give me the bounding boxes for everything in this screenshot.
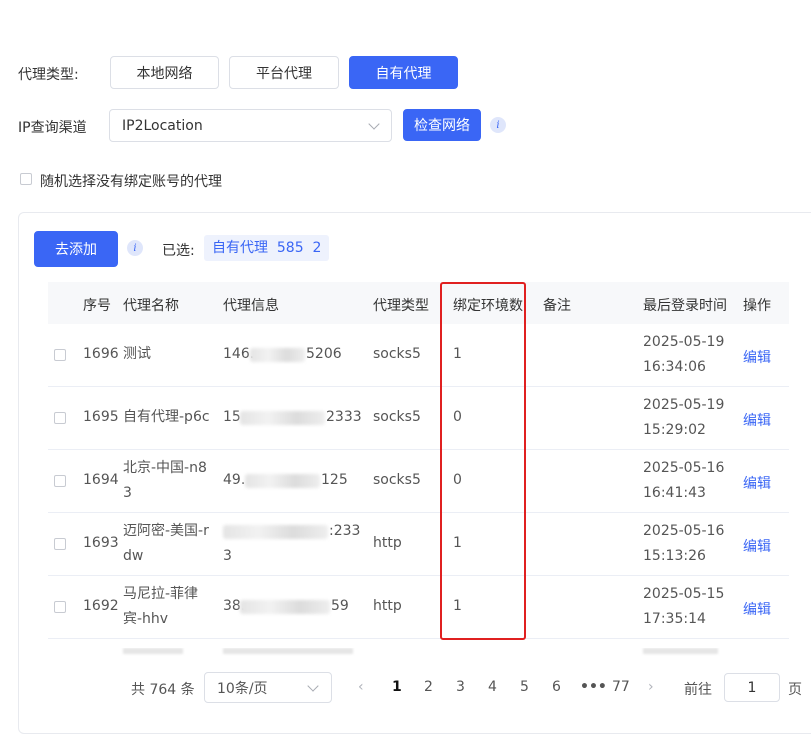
row-info: 15	[223, 409, 241, 425]
row-date: 2025-05-16	[643, 523, 725, 539]
row-info-tail: 2333	[326, 409, 362, 425]
row-info-tail: 125	[321, 472, 348, 488]
row-checkbox[interactable]	[54, 538, 66, 550]
row-id: 1695	[83, 409, 119, 425]
add-proxy-button[interactable]: 去添加	[34, 231, 118, 267]
row-info-tail: 5206	[306, 346, 342, 362]
random-proxy-label: 随机选择没有绑定账号的代理	[40, 174, 222, 190]
row-date: 2025-05-19	[643, 334, 725, 350]
ip-channel-value: IP2Location	[122, 117, 203, 134]
col-header-id: 序号	[83, 298, 111, 314]
row-name-line2: 3	[123, 485, 132, 501]
goto-page-input[interactable]: 1	[724, 673, 780, 702]
more-pages-icon[interactable]: •••	[580, 679, 607, 695]
row-id: 1694	[83, 472, 119, 488]
own-proxy-button[interactable]: 自有代理	[349, 56, 458, 89]
row-name: 测试	[123, 346, 151, 362]
prev-page-icon[interactable]: ‹	[358, 679, 364, 695]
proxy-type-label: 代理类型:	[18, 67, 79, 83]
page-77[interactable]: 77	[612, 679, 630, 695]
row-time: 15:13:26	[643, 548, 706, 564]
edit-link[interactable]: 编辑	[743, 347, 771, 367]
check-network-button[interactable]: 检查网络	[403, 109, 481, 141]
row-name: 迈阿密-美国-r	[123, 523, 209, 539]
row-checkbox[interactable]	[54, 475, 66, 487]
row-name: 北京-中国-n8	[123, 460, 207, 476]
row-divider	[48, 575, 789, 576]
edit-link[interactable]: 编辑	[743, 410, 771, 430]
col-header-action: 操作	[743, 298, 771, 314]
platform-proxy-button[interactable]: 平台代理	[229, 56, 339, 89]
row-divider	[48, 512, 789, 513]
chevron-down-icon	[307, 680, 319, 692]
row-name: 马尼拉-菲律	[123, 586, 199, 602]
row-divider	[48, 449, 789, 450]
local-network-button[interactable]: 本地网络	[110, 56, 219, 89]
row-date: 2025-05-16	[643, 460, 725, 476]
row-info: 49.	[223, 472, 246, 488]
row-type: socks5	[373, 346, 421, 362]
row-time: 16:41:43	[643, 485, 706, 501]
page-2[interactable]: 2	[424, 679, 433, 695]
chevron-down-icon	[368, 118, 380, 130]
row-date: 2025-05-19	[643, 397, 725, 413]
row-checkbox[interactable]	[54, 601, 66, 613]
row-checkbox[interactable]	[54, 412, 66, 424]
edit-link[interactable]: 编辑	[743, 599, 771, 619]
row-id: 1696	[83, 346, 119, 362]
edit-link[interactable]: 编辑	[743, 536, 771, 556]
row-checkbox[interactable]	[54, 349, 66, 361]
row-id: 1692	[83, 598, 119, 614]
row-time: 15:29:02	[643, 422, 706, 438]
page-size-select[interactable]: 10条/页	[204, 672, 332, 703]
page-6[interactable]: 6	[552, 679, 561, 695]
page-4[interactable]: 4	[488, 679, 497, 695]
edit-link[interactable]: 编辑	[743, 473, 771, 493]
row-info: :233	[329, 523, 361, 539]
page-1[interactable]: 1	[392, 679, 402, 695]
pagination-total: 共 764 条	[131, 682, 195, 698]
col-header-info: 代理信息	[223, 298, 279, 314]
row-type: http	[373, 598, 402, 614]
redacted-blur	[240, 600, 330, 614]
row-info-tail: 3	[223, 548, 232, 564]
random-proxy-checkbox[interactable]	[20, 173, 32, 185]
redacted-blur	[240, 411, 325, 425]
ip-channel-select[interactable]: IP2Location	[109, 109, 392, 142]
info-icon[interactable]: i	[127, 240, 143, 256]
selected-proxy-tag[interactable]: 自有代理 585 2	[204, 235, 330, 261]
row-type: http	[373, 535, 402, 551]
row-date: 2025-05-15	[643, 586, 725, 602]
col-header-note: 备注	[543, 298, 571, 314]
row-time: 16:34:06	[643, 359, 706, 375]
row-name-line2: dw	[123, 548, 144, 564]
info-icon[interactable]: i	[490, 117, 506, 133]
goto-label: 前往	[684, 682, 712, 698]
redacted-blur	[250, 348, 305, 362]
next-page-icon[interactable]: ›	[648, 679, 654, 695]
page-unit-label: 页	[788, 682, 802, 698]
row-info-tail: 59	[331, 598, 349, 614]
row-time: 17:35:14	[643, 611, 706, 627]
col-header-type: 代理类型	[373, 298, 429, 314]
col-header-last-login: 最后登录时间	[643, 298, 727, 314]
col-header-name: 代理名称	[123, 298, 179, 314]
row-id: 1693	[83, 535, 119, 551]
ip-channel-label: IP查询渠道	[18, 120, 87, 136]
row-type: socks5	[373, 472, 421, 488]
row-divider	[48, 386, 789, 387]
highlight-box	[440, 282, 526, 640]
row-name-line2: 宾-hhv	[123, 611, 169, 627]
page-3[interactable]: 3	[456, 679, 465, 695]
redacted-blur	[245, 474, 320, 488]
page-5[interactable]: 5	[520, 679, 529, 695]
redacted-blur	[223, 525, 328, 539]
row-name: 自有代理-p6c	[123, 409, 210, 425]
page-size-value: 10条/页	[217, 680, 268, 697]
selected-label: 已选:	[162, 243, 195, 259]
row-divider	[48, 638, 789, 639]
row-type: socks5	[373, 409, 421, 425]
